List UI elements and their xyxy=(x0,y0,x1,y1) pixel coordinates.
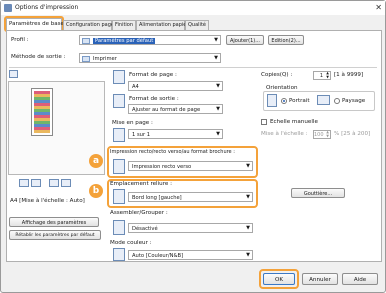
binding-select[interactable]: Bord long [gauche] ▼ xyxy=(128,192,253,202)
page-preview-image xyxy=(34,91,50,133)
add-profile-button[interactable]: Ajouter(1)... xyxy=(226,35,264,45)
profile-label: Profil : xyxy=(11,37,29,43)
output-method-label: Méthode de sortie : xyxy=(11,54,66,60)
manual-scaling-checkbox[interactable] xyxy=(261,119,267,125)
layout-value: 1 sur 1 xyxy=(132,131,151,138)
profile-value: Paramètres par défaut xyxy=(93,37,156,44)
output-size-icon xyxy=(113,94,125,108)
tab-page-setup[interactable]: Configuration page xyxy=(63,20,114,30)
portrait-label: Portrait xyxy=(289,98,310,104)
view-settings-button[interactable]: Affichage des paramètres xyxy=(9,217,99,227)
duplex-label: Impression recto/recto verso/au format b… xyxy=(110,149,235,155)
layout-icon xyxy=(113,128,125,142)
copies-label: Copies(Q) : xyxy=(261,72,293,78)
chevron-down-icon: ▼ xyxy=(246,225,250,231)
view-icon-2[interactable] xyxy=(31,179,41,187)
cancel-button[interactable]: Annuler xyxy=(302,273,338,285)
marker-a: a xyxy=(89,154,103,168)
tab-paper-source[interactable]: Alimentation papier xyxy=(136,20,188,30)
edit-profile-button[interactable]: Edition(2)... xyxy=(268,35,304,45)
portrait-radio[interactable] xyxy=(281,98,287,104)
chevron-down-icon: ▼ xyxy=(216,83,220,89)
marker-b: b xyxy=(89,184,103,198)
duplex-select[interactable]: Impression recto verso ▼ xyxy=(128,161,253,171)
profile-select[interactable]: Paramètres par défaut ▼ xyxy=(79,35,221,45)
duplex-value: Impression recto verso xyxy=(132,163,192,170)
portrait-icon xyxy=(267,94,277,107)
output-size-label: Format de sortie : xyxy=(129,96,179,102)
window-title: Options d'impression xyxy=(15,4,79,11)
chevron-down-icon: ▼ xyxy=(246,252,250,258)
collate-select[interactable]: Désactivé ▼ xyxy=(128,223,253,233)
copies-input[interactable]: 1 ▲ ▼ xyxy=(313,71,331,80)
close-icon[interactable]: ✕ xyxy=(375,3,382,12)
preview-caption: A4 [Mise à l'échelle : Auto] xyxy=(10,198,85,204)
view-icon-1[interactable] xyxy=(19,179,29,187)
separator xyxy=(9,67,377,68)
preview-mode-icon[interactable] xyxy=(9,70,18,78)
print-icon xyxy=(82,55,90,62)
view-icon-4[interactable] xyxy=(61,179,71,187)
landscape-label: Paysage xyxy=(342,98,366,104)
gutter-button[interactable]: Gouttière... xyxy=(291,188,345,198)
copies-range: [1 à 9999] xyxy=(334,72,364,78)
scale-value: 100 xyxy=(314,132,324,138)
title-bar: Options d'impression ✕ xyxy=(1,1,385,15)
manual-scaling-label: Echelle manuelle xyxy=(270,119,318,125)
page-size-select[interactable]: A4 ▼ xyxy=(128,81,223,91)
chevron-down-icon: ▼ xyxy=(246,163,250,169)
color-mode-label: Mode couleur : xyxy=(110,240,152,246)
tab-finishing[interactable]: Finition xyxy=(112,20,136,30)
collate-icon xyxy=(113,220,125,235)
scale-range: % [25 à 200] xyxy=(334,131,371,137)
printer-icon xyxy=(4,4,12,12)
binding-value: Bord long [gauche] xyxy=(132,194,182,201)
output-size-value: Ajuster au format de page xyxy=(132,106,201,113)
copies-value: 1 xyxy=(319,73,323,79)
collate-value: Désactivé xyxy=(132,225,158,232)
tab-basic-settings[interactable]: Paramètres de base xyxy=(6,18,64,30)
color-mode-select[interactable]: Auto [Couleur/N&B] ▼ xyxy=(128,250,253,260)
color-mode-icon xyxy=(113,248,125,261)
restore-defaults-button[interactable]: Rétablir les paramètres par défaut xyxy=(9,230,101,240)
chevron-down-icon: ▼ xyxy=(214,55,218,61)
binding-icon xyxy=(113,189,125,204)
page-size-label: Format de page : xyxy=(129,72,177,78)
layout-label: Mise en page : xyxy=(112,120,153,126)
landscape-radio[interactable] xyxy=(334,98,340,104)
duplex-icon xyxy=(113,159,125,174)
spinner-arrows-icon[interactable]: ▲ ▼ xyxy=(326,130,329,138)
binding-label: Emplacement reliure : xyxy=(110,181,172,187)
scale-label: Mise à l'échelle : xyxy=(261,131,308,137)
chevron-down-icon: ▼ xyxy=(214,37,218,43)
collate-label: Assembler/Grouper : xyxy=(110,210,168,216)
help-button[interactable]: Aide xyxy=(342,273,378,285)
color-mode-value: Auto [Couleur/N&B] xyxy=(132,252,184,259)
output-size-select[interactable]: Ajuster au format de page ▼ xyxy=(128,104,223,114)
page-size-icon xyxy=(113,70,125,84)
layout-select[interactable]: 1 sur 1 ▼ xyxy=(128,129,223,139)
print-options-window: Options d'impression ✕ Paramètres de bas… xyxy=(0,0,386,293)
output-method-value: Imprimer xyxy=(93,55,117,62)
page-size-value: A4 xyxy=(132,83,139,90)
page-preview xyxy=(31,88,53,136)
chevron-down-icon: ▼ xyxy=(216,106,220,112)
landscape-icon xyxy=(317,95,330,105)
spinner-arrows-icon[interactable]: ▲ ▼ xyxy=(326,71,329,79)
view-icon-3[interactable] xyxy=(49,179,59,187)
ok-button[interactable]: OK xyxy=(263,273,295,285)
scale-input[interactable]: 100 ▲ ▼ xyxy=(313,130,331,139)
output-method-select[interactable]: Imprimer ▼ xyxy=(79,53,221,63)
chevron-down-icon: ▼ xyxy=(216,131,220,137)
profile-icon xyxy=(82,37,90,44)
tab-quality[interactable]: Qualité xyxy=(185,20,209,30)
chevron-down-icon: ▼ xyxy=(246,194,250,200)
